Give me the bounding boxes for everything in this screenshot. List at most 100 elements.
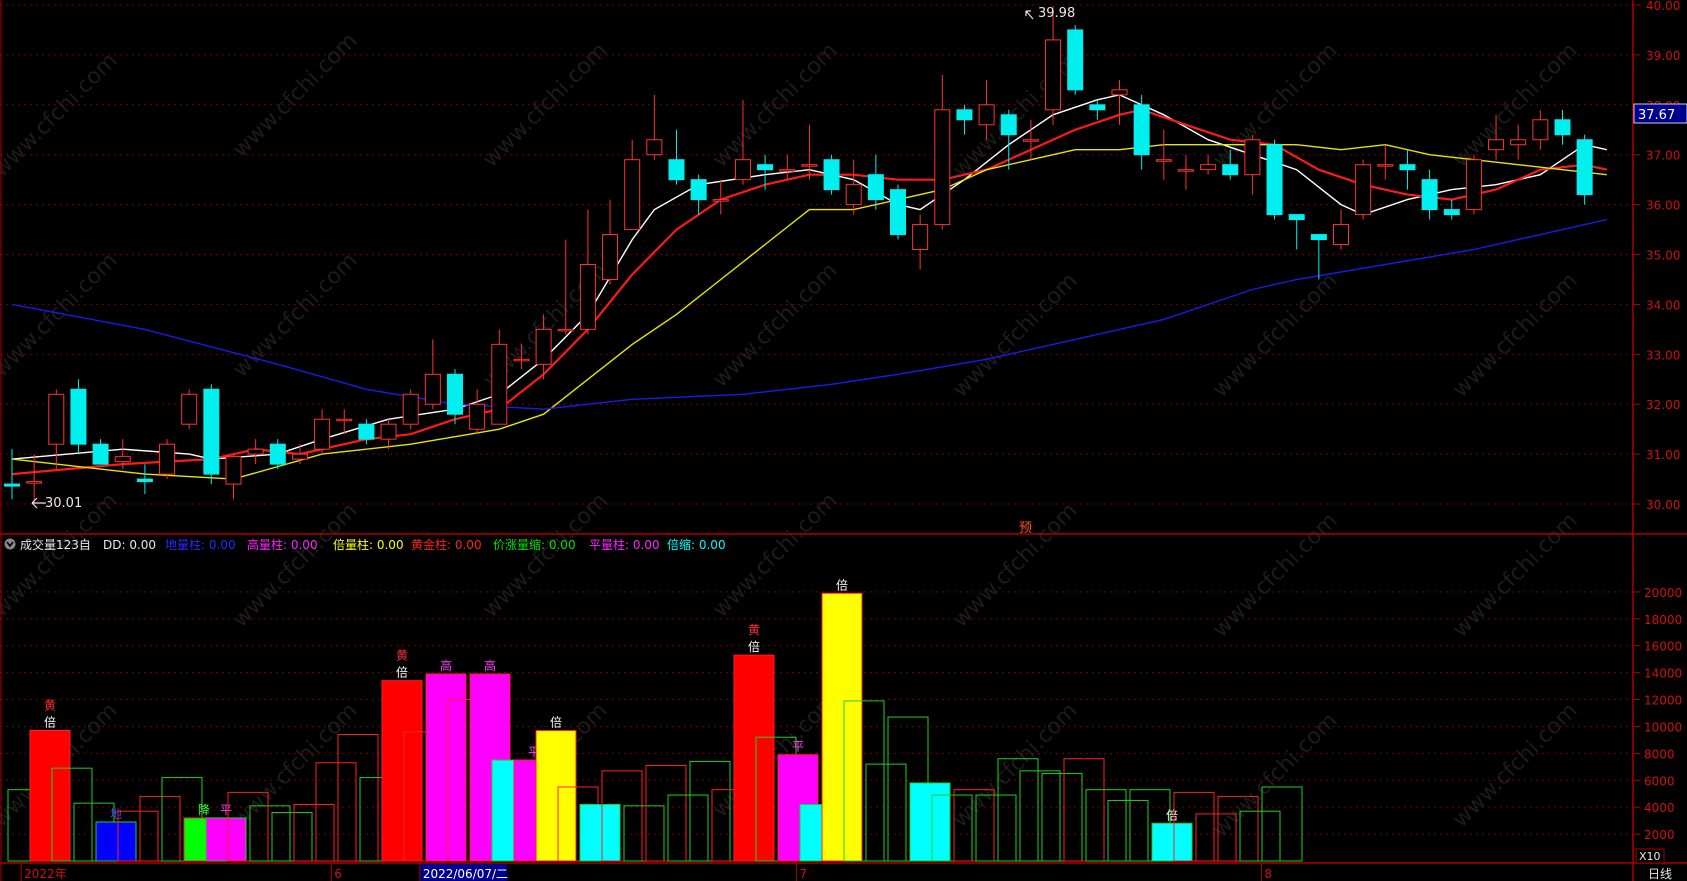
candle-body-down — [1554, 119, 1571, 136]
indicator-value: 高量柱: 0.00 — [247, 537, 318, 552]
time-label: 6 — [334, 867, 342, 881]
volume-bar-mark: 倍 — [44, 714, 56, 729]
time-label: 2022/06/07/二 — [423, 867, 508, 881]
candle-body-up — [845, 184, 862, 206]
candle-body-down — [70, 388, 87, 445]
candle-body-up — [314, 418, 331, 450]
candle-body-up — [424, 373, 441, 405]
volume-tick-label: 16000 — [1644, 640, 1682, 654]
volume-bar-mark: 高 — [440, 658, 452, 673]
indicator-header[interactable]: 成交量123自 DD: 0.00 地量柱: 0.00 高量柱: 0.00 倍量柱: 0… — [4, 537, 726, 552]
volume-bar-mark: 高 — [484, 658, 496, 673]
current-price-badge: 37.67 — [1633, 103, 1687, 124]
volume-bar-mark: 黄 — [748, 623, 760, 637]
candle — [823, 154, 840, 195]
candle-body-down — [1089, 104, 1106, 111]
candle-body-down — [690, 179, 707, 201]
candle-body-up — [602, 234, 619, 280]
candle-body-up — [26, 481, 43, 484]
candle-body-up — [734, 159, 751, 181]
volume-bar-mark: 倍 — [550, 714, 562, 729]
candle-body-up — [1045, 39, 1062, 111]
period-text[interactable]: 日线 — [1648, 867, 1672, 881]
indicator-value: 倍量柱: 0.00 — [333, 537, 404, 552]
price-tick-label: 36.00 — [1646, 199, 1680, 213]
period-label[interactable]: 日线 — [1648, 867, 1672, 881]
volume-bar-mark: 平 — [792, 740, 804, 754]
candle-body-up — [336, 418, 353, 422]
candle-body-down — [1576, 139, 1593, 196]
volume-bar-mark: 降 — [198, 803, 210, 817]
candle-body-up — [380, 423, 397, 440]
indicator-values: DD: 0.00 地量柱: 0.00 高量柱: 0.00 倍量柱: 0.00 黄金柱: … — [103, 537, 726, 552]
candle-body-up — [912, 224, 929, 251]
candle-body-up — [1488, 139, 1505, 151]
volume-tick-label: 10000 — [1644, 720, 1682, 734]
candle-body-down — [890, 189, 906, 236]
candle-body-up — [1177, 169, 1194, 172]
candle-body-down — [269, 443, 286, 465]
candle-body-up — [48, 393, 65, 445]
candle-body-up — [779, 169, 796, 172]
time-label: 8 — [1265, 867, 1273, 881]
volume-bar-mark: 黄 — [396, 649, 408, 663]
candle-body-down — [1399, 164, 1416, 171]
indicator-value: 价涨量缩: 0.00 — [493, 537, 576, 552]
candle-body-down — [1067, 29, 1084, 91]
candle-body-down — [668, 159, 685, 181]
high-price-label: 39.98 — [1038, 6, 1075, 21]
candle-body-down — [358, 423, 375, 440]
candle-body-up — [513, 358, 530, 362]
candle-body-down — [1000, 114, 1017, 136]
candle-body-up — [624, 159, 641, 231]
candle-body-up — [934, 109, 951, 226]
candle-body-up — [1200, 164, 1217, 171]
candle-body-down — [92, 443, 109, 465]
candle-body-up — [1510, 139, 1527, 146]
candle-body-down — [1288, 214, 1305, 221]
candle — [269, 439, 286, 470]
candle-body-up — [1244, 139, 1261, 176]
candle-body-up — [291, 453, 308, 460]
volume-bar-outline — [1261, 786, 1303, 862]
time-label: 7 — [799, 867, 807, 881]
price-tick-label: 31.00 — [1646, 448, 1680, 462]
volume-tick-label: 4000 — [1644, 801, 1675, 815]
candle — [402, 389, 419, 430]
time-label: 2022年 — [24, 867, 67, 881]
indicator-value: 地量柱: 0.00 — [165, 537, 236, 552]
price-tick-label: 30.00 — [1646, 498, 1680, 512]
collapse-toggle-icon[interactable] — [4, 538, 16, 550]
candle-body-up — [181, 393, 198, 425]
volume-bar — [1261, 786, 1303, 862]
candle-body-up — [491, 343, 508, 425]
volume-tick-label: 18000 — [1644, 613, 1682, 627]
candle-body-down — [823, 159, 840, 191]
candle-body-up — [579, 264, 596, 330]
candle-body-up — [557, 328, 574, 332]
candle-body-down — [1133, 104, 1150, 156]
candle-body-up — [1111, 89, 1128, 96]
volume-tick-label: 20000 — [1644, 586, 1682, 600]
candle-body-down — [136, 478, 153, 483]
candle-body-down — [757, 164, 774, 171]
volume-bar-mark: 倍 — [396, 665, 408, 680]
candle-body-up — [402, 393, 419, 425]
price-tick-label: 39.00 — [1646, 49, 1680, 63]
candle — [1576, 134, 1593, 205]
candle-body-up — [1465, 159, 1482, 211]
candle — [181, 389, 198, 430]
indicator-value: 黄金柱: 0.00 — [411, 537, 482, 552]
candle-body-down — [1222, 164, 1239, 176]
candle-body-down — [956, 109, 973, 121]
candle-body-up — [712, 199, 729, 202]
candle-body-up — [1355, 164, 1372, 216]
candle-body-up — [978, 104, 995, 126]
volume-bar-mark: 黄 — [44, 698, 56, 712]
candle-body-down — [1310, 234, 1327, 241]
candle — [1355, 159, 1372, 220]
candle-body-up — [535, 328, 552, 365]
price-tick-label: 37.00 — [1646, 149, 1680, 163]
candle-body-up — [1377, 164, 1394, 167]
candle-body-up — [1022, 139, 1039, 142]
